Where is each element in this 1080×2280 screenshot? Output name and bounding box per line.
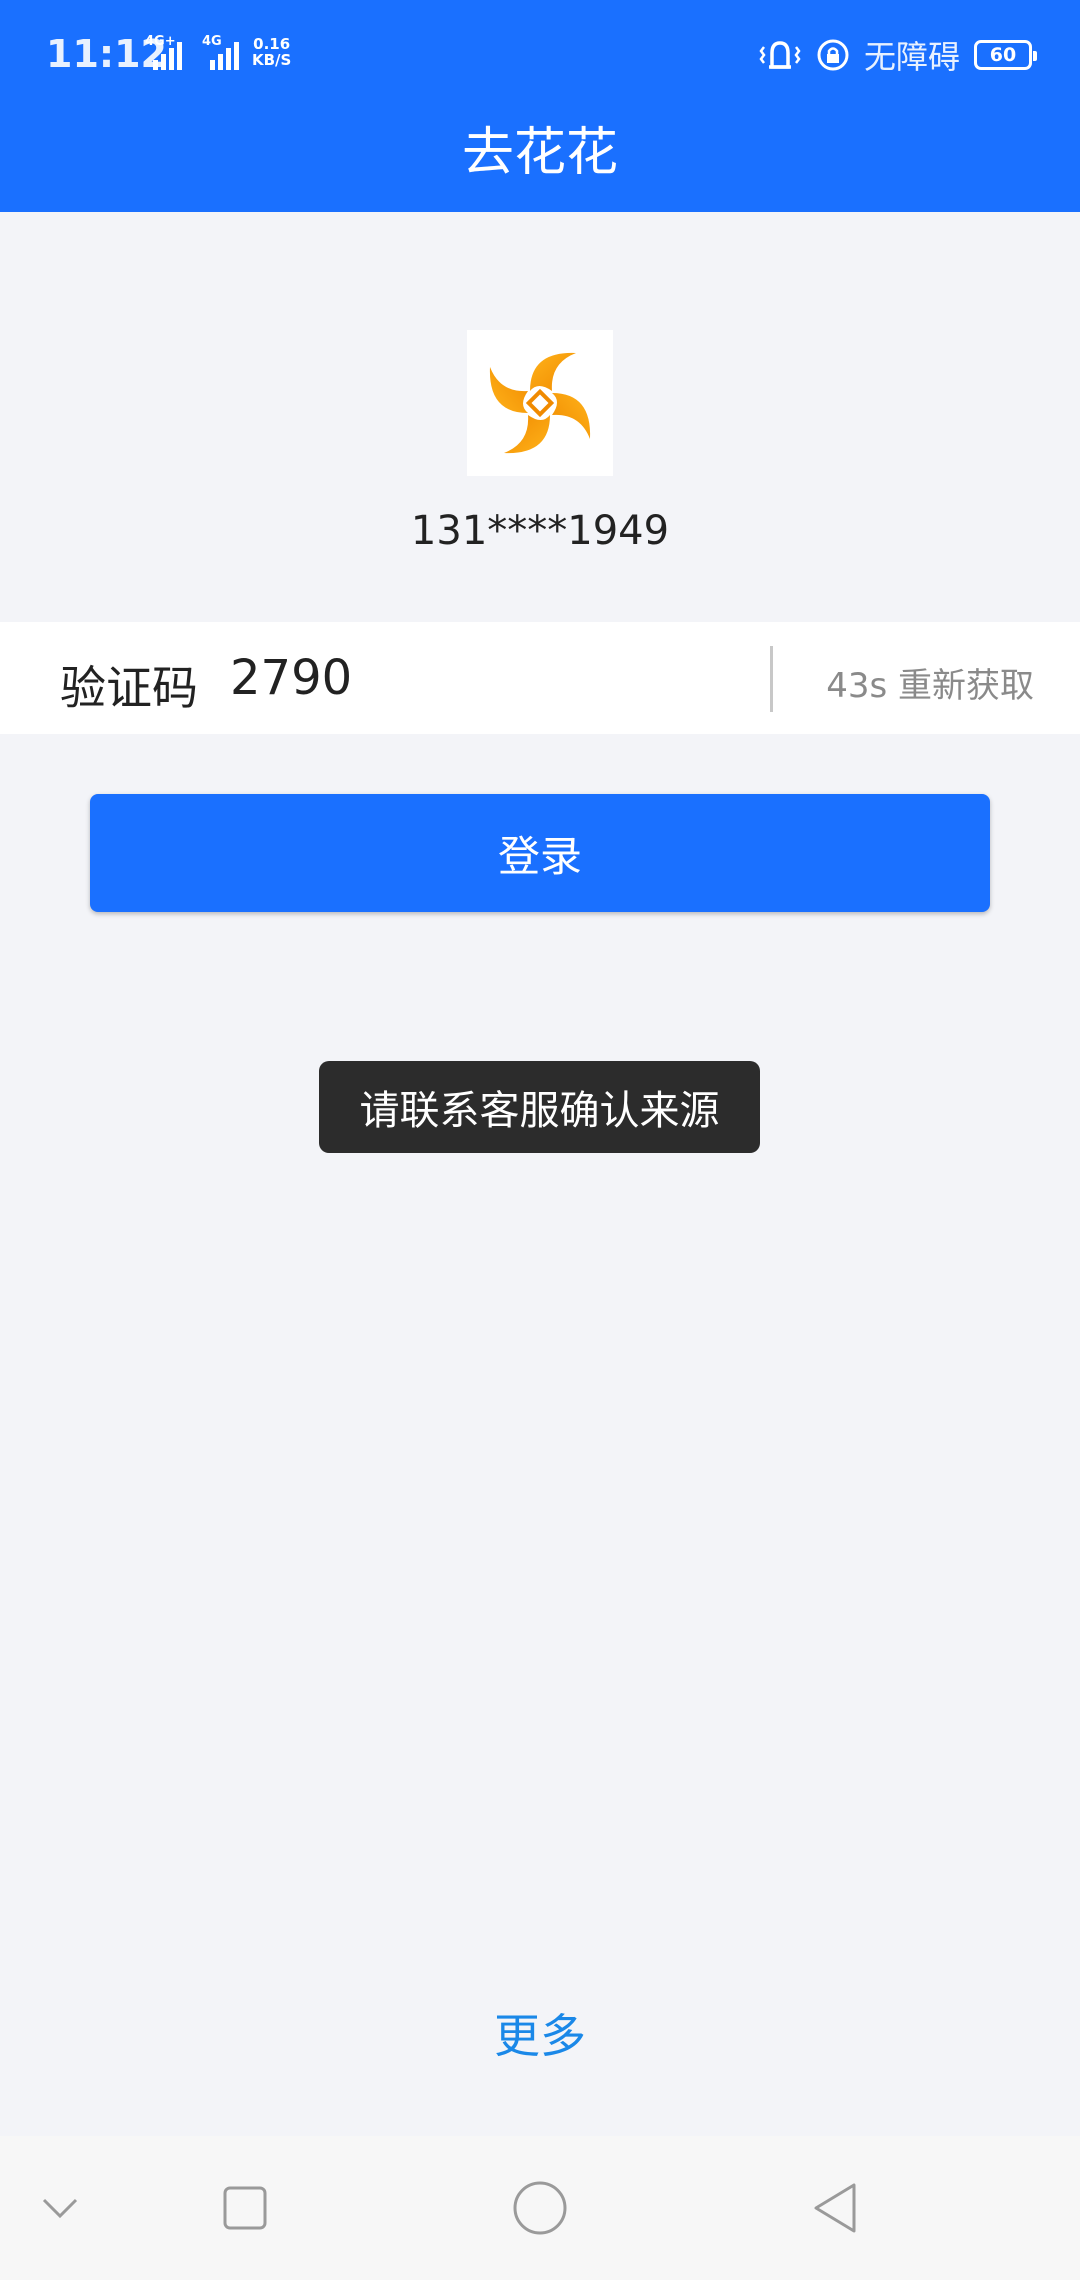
signal-2-icon: 4G	[202, 34, 248, 70]
status-right: 无障碍 60	[758, 34, 1037, 76]
login-button[interactable]: 登录	[90, 794, 990, 912]
vibrate-icon	[759, 41, 801, 69]
signal-1-icon: 4G+	[145, 34, 195, 70]
divider	[770, 646, 773, 712]
resend-code-button[interactable]: 43s 重新获取	[826, 658, 1034, 707]
more-link[interactable]: 更多	[0, 2000, 1080, 2066]
app-logo-icon	[467, 330, 613, 476]
square-icon	[223, 2186, 267, 2230]
verification-code-input[interactable]	[230, 644, 750, 712]
accessibility-label: 无障碍	[863, 38, 960, 76]
network-type-1: 4G+	[145, 34, 176, 49]
nav-recents-button[interactable]	[200, 2136, 290, 2280]
app-header: 11:12 4G+ 4G 0.16 KB/S 无障碍 60 去花花	[0, 0, 1080, 212]
triangle-back-icon	[814, 2183, 856, 2233]
network-speed-value: 0.16	[253, 35, 291, 53]
nav-home-button[interactable]	[490, 2136, 590, 2280]
verification-label: 验证码	[60, 661, 198, 715]
chevron-down-icon	[42, 2198, 78, 2219]
account-phone: 131****1949	[410, 508, 670, 554]
nav-hide-button[interactable]	[20, 2136, 100, 2280]
network-speed: 0.16 KB/S	[252, 36, 291, 68]
system-nav-bar	[0, 2136, 1080, 2280]
page-title: 去花花	[461, 123, 618, 183]
status-bar: 11:12 4G+ 4G 0.16 KB/S 无障碍 60	[0, 0, 1080, 110]
battery-level: 60	[989, 44, 1017, 66]
verification-row: 验证码 43s 重新获取	[0, 622, 1080, 734]
nav-back-button[interactable]	[790, 2136, 880, 2280]
circle-icon	[513, 2181, 567, 2235]
battery-icon: 60	[974, 40, 1037, 70]
network-type-2: 4G	[202, 34, 222, 49]
rotation-lock-icon	[817, 39, 849, 71]
toast-message: 请联系客服确认来源	[319, 1061, 760, 1153]
network-speed-unit: KB/S	[252, 51, 292, 69]
